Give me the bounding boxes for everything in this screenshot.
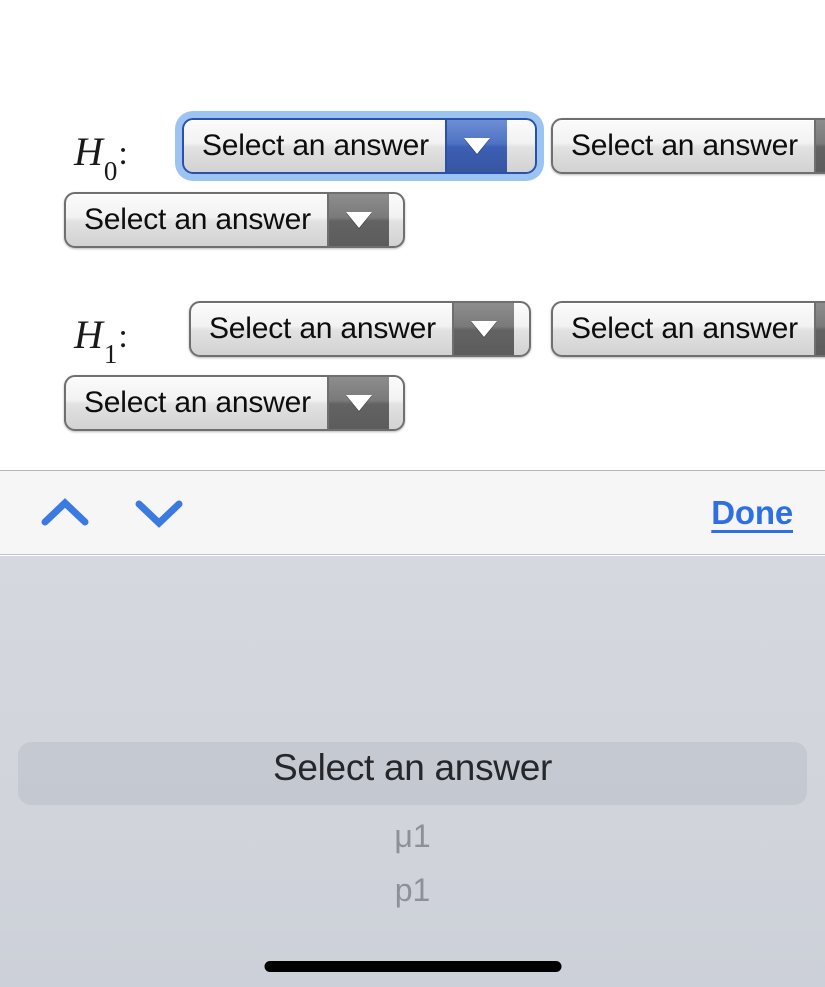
previous-field-button[interactable] xyxy=(34,483,96,543)
select-picker-wheel[interactable]: Select an answer μ1 p1 xyxy=(0,556,825,987)
select-alt-operator-value: Select an answer xyxy=(571,312,798,345)
chevron-down-icon[interactable] xyxy=(451,303,514,355)
select-alt-parameter-value: Select an answer xyxy=(209,312,436,345)
null-hypothesis-subscript: 0 xyxy=(103,156,118,186)
chevron-down-icon[interactable] xyxy=(444,120,507,172)
chevron-up-icon xyxy=(40,496,90,530)
select-null-operator-value: Select an answer xyxy=(571,129,798,162)
select-alt-value-value: Select an answer xyxy=(84,386,311,419)
home-indicator xyxy=(264,961,561,972)
picker-option-selected[interactable]: Select an answer xyxy=(0,747,825,789)
chevron-down-icon[interactable] xyxy=(326,377,389,429)
alternative-hypothesis-letter: H xyxy=(74,312,103,357)
picker-option-mu1[interactable]: μ1 xyxy=(0,818,825,855)
alternative-hypothesis-subscript: 1 xyxy=(103,339,118,369)
chevron-down-icon[interactable] xyxy=(326,194,389,246)
next-field-button[interactable] xyxy=(128,483,190,543)
done-button[interactable]: Done xyxy=(703,494,801,532)
alternative-hypothesis-colon: : xyxy=(118,318,128,355)
field-navigation-group xyxy=(34,483,190,543)
select-null-operator[interactable]: Select an answer xyxy=(551,118,825,174)
hypothesis-row-null: H0: Select an answer Select an answer Se… xyxy=(0,118,825,248)
device-screen: H0: Select an answer Select an answer Se… xyxy=(0,0,825,987)
null-hypothesis-label: H0: xyxy=(74,118,128,185)
chevron-down-icon xyxy=(134,496,184,530)
null-hypothesis-letter: H xyxy=(74,129,103,174)
select-alt-value[interactable]: Select an answer xyxy=(64,375,405,431)
web-content-area: H0: Select an answer Select an answer Se… xyxy=(0,0,825,470)
keyboard-accessory-toolbar: Done xyxy=(0,470,825,555)
select-alt-parameter[interactable]: Select an answer xyxy=(189,301,531,357)
select-null-parameter-value: Select an answer xyxy=(202,129,429,162)
picker-option-p1[interactable]: p1 xyxy=(0,872,825,909)
select-null-parameter[interactable]: Select an answer xyxy=(182,118,537,174)
chevron-down-icon[interactable] xyxy=(813,303,825,355)
alternative-hypothesis-label: H1: xyxy=(74,301,128,368)
chevron-down-icon[interactable] xyxy=(813,120,825,172)
select-null-value[interactable]: Select an answer xyxy=(64,192,405,248)
select-alt-operator[interactable]: Select an answer xyxy=(551,301,825,357)
null-hypothesis-colon: : xyxy=(118,135,128,172)
select-null-value-value: Select an answer xyxy=(84,203,311,236)
hypothesis-row-alternative: H1: Select an answer Select an answer Se… xyxy=(0,301,825,431)
